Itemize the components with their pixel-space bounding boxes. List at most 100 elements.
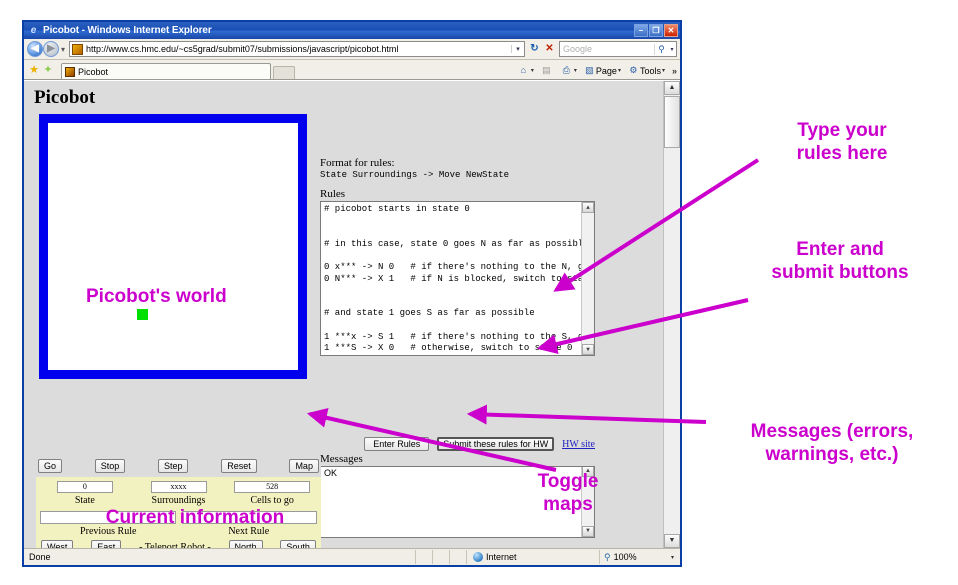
history-dropdown-icon[interactable]: ▾ — [59, 45, 67, 54]
security-zone-label: Internet — [486, 552, 517, 562]
chevron-down-icon[interactable]: ▾ — [511, 45, 524, 53]
tab-favicon-icon — [65, 66, 75, 77]
state-label: State — [74, 495, 95, 506]
teleport-south-button[interactable]: South — [280, 540, 316, 548]
stop-icon[interactable]: ✕ — [542, 41, 557, 57]
search-chevron-down-icon[interactable]: ▾ — [668, 46, 676, 53]
toolbar-overflow-icon[interactable]: » — [670, 66, 677, 76]
toolbar-item-feeds[interactable]: ▤ — [539, 64, 558, 77]
browser-toolbar: ⌂ ▾ ▤ ⎙ ▾ ▧ Page ▾ ⚙ Tools ▾ » — [516, 64, 677, 79]
scrollbar-thumb[interactable] — [664, 96, 680, 148]
map-button[interactable]: Map — [289, 459, 319, 473]
surroundings-label: Surroundings — [151, 495, 206, 506]
toolbar-label-tools: Tools — [639, 65, 661, 76]
page-scrollbar[interactable]: ▲ ▼ — [663, 81, 680, 548]
url-input[interactable]: http://www.cs.hmc.edu/~cs5grad/submit07/… — [69, 41, 525, 57]
scroll-down-icon[interactable]: ▼ — [664, 534, 680, 548]
page-title: Picobot — [34, 87, 96, 108]
stat-surroundings: xxxx Surroundings — [132, 481, 226, 506]
status-cell-2 — [432, 550, 449, 564]
rules-scrollbar[interactable]: ▲ ▼ — [581, 202, 594, 355]
tab-picobot[interactable]: Picobot — [61, 63, 271, 79]
status-values: 0 State xxxx Surroundings 528 Cells to g… — [38, 481, 319, 506]
security-zone[interactable]: Internet — [466, 550, 599, 564]
stat-state: 0 State — [38, 481, 132, 506]
tab-bar: ★ ✦ Picobot ⌂ ▾ ▤ ⎙ ▾ ▧ Page ▾ ⚙ Tools ▾… — [24, 60, 680, 80]
surroundings-value: xxxx — [150, 481, 207, 493]
back-button[interactable]: ◀ — [27, 41, 43, 57]
scroll-up-icon[interactable]: ▲ — [664, 81, 680, 95]
rules-panel: Format for rules: State Surroundings -> … — [320, 157, 595, 356]
cells-to-go-value: 528 — [234, 481, 311, 493]
favorites-star-icon[interactable]: ★ — [27, 61, 41, 79]
zoom-level: 100% — [613, 552, 637, 562]
add-favorite-icon[interactable]: ✦ — [41, 61, 55, 79]
toolbar-item-page[interactable]: ▧ Page ▾ — [582, 64, 625, 77]
annotation-messages: Messages (errors, warnings, etc.) — [750, 421, 914, 465]
chevron-down-icon: ▾ — [530, 68, 534, 74]
teleport-north-button[interactable]: North — [228, 540, 263, 548]
teleport-west-button[interactable]: West — [41, 540, 74, 548]
scroll-up-icon[interactable]: ▲ — [582, 202, 594, 213]
zoom-control[interactable]: ⚲ 100% ▾ — [599, 550, 678, 564]
world-annotation-label: Picobot's world — [86, 286, 227, 307]
teleport-label: - Teleport Robot - — [139, 541, 211, 549]
cells-to-go-label: Cells to go — [250, 495, 294, 506]
state-value: 0 — [56, 481, 113, 493]
stop-button[interactable]: Stop — [94, 459, 126, 473]
search-input[interactable]: Google ⚲ ▾ — [559, 41, 677, 57]
url-text: http://www.cs.hmc.edu/~cs5grad/submit07/… — [86, 44, 399, 54]
status-cell-1 — [415, 550, 432, 564]
scroll-down-icon[interactable]: ▼ — [582, 344, 594, 355]
site-favicon-icon — [72, 43, 83, 55]
maximize-button[interactable]: ❐ — [649, 24, 663, 37]
minimize-button[interactable]: – — [634, 24, 648, 37]
search-placeholder: Google — [563, 44, 593, 54]
toolbar-item-tools[interactable]: ⚙ Tools ▾ — [626, 64, 669, 77]
submit-hw-button[interactable]: Submit these rules for HW — [437, 437, 555, 451]
picobot-world-canvas[interactable] — [39, 114, 307, 379]
window-controls: – ❐ ✕ — [634, 24, 678, 37]
toolbar-item-home[interactable]: ⌂ ▾ — [516, 64, 538, 77]
scrollbar-track[interactable] — [664, 148, 680, 534]
chevron-down-icon[interactable]: ▾ — [671, 554, 674, 561]
status-bar: Done Internet ⚲ 100% ▾ — [24, 548, 680, 565]
reset-button[interactable]: Reset — [221, 459, 257, 473]
window-title: Picobot - Windows Internet Explorer — [43, 25, 212, 36]
enter-rules-button[interactable]: Enter Rules — [364, 437, 430, 451]
rules-textarea[interactable]: # picobot starts in state 0 # in this ca… — [320, 201, 595, 356]
chevron-down-icon: ▾ — [661, 68, 665, 74]
tab-label: Picobot — [78, 66, 109, 77]
annotation-type-rules: Type your rules here — [796, 120, 888, 164]
status-cell-3 — [449, 550, 466, 564]
scroll-down-icon[interactable]: ▼ — [582, 526, 594, 537]
zoom-icon: ⚲ — [604, 551, 611, 562]
step-button[interactable]: Step — [157, 459, 189, 473]
refresh-icon[interactable]: ↻ — [527, 41, 542, 57]
globe-icon — [473, 552, 483, 562]
rules-actions: Enter Rules Submit these rules for HW HW… — [320, 437, 595, 451]
toolbar-item-print[interactable]: ⎙ ▾ — [559, 64, 581, 77]
hw-site-link[interactable]: HW site — [562, 439, 595, 450]
close-button[interactable]: ✕ — [664, 24, 678, 37]
teleport-east-button[interactable]: East — [91, 540, 122, 548]
address-bar: ◀ ▶ ▾ http://www.cs.hmc.edu/~cs5grad/sub… — [24, 39, 680, 60]
simulation-buttons: Go Stop Step Reset Map — [36, 456, 321, 477]
chevron-down-icon: ▾ — [573, 68, 577, 74]
status-text: Done — [29, 552, 51, 562]
forward-button[interactable]: ▶ — [43, 41, 59, 57]
rules-text: # picobot starts in state 0 # in this ca… — [324, 204, 581, 354]
toolbar-label-page: Page — [595, 65, 617, 76]
annotation-current-information: Current information — [105, 507, 285, 528]
home-icon: ⌂ — [520, 65, 527, 75]
page-icon: ▧ — [585, 65, 594, 75]
go-button[interactable]: Go — [38, 459, 63, 473]
feeds-icon: ▤ — [542, 65, 551, 75]
stat-cells-to-go: 528 Cells to go — [225, 481, 319, 506]
messages-label: Messages — [320, 453, 363, 465]
rules-label: Rules — [320, 188, 346, 200]
search-icon[interactable]: ⚲ — [654, 43, 668, 55]
new-tab-button[interactable] — [273, 66, 295, 79]
teleport-row: West East - Teleport Robot - North South — [38, 540, 319, 548]
internet-explorer-icon: e — [30, 25, 37, 36]
